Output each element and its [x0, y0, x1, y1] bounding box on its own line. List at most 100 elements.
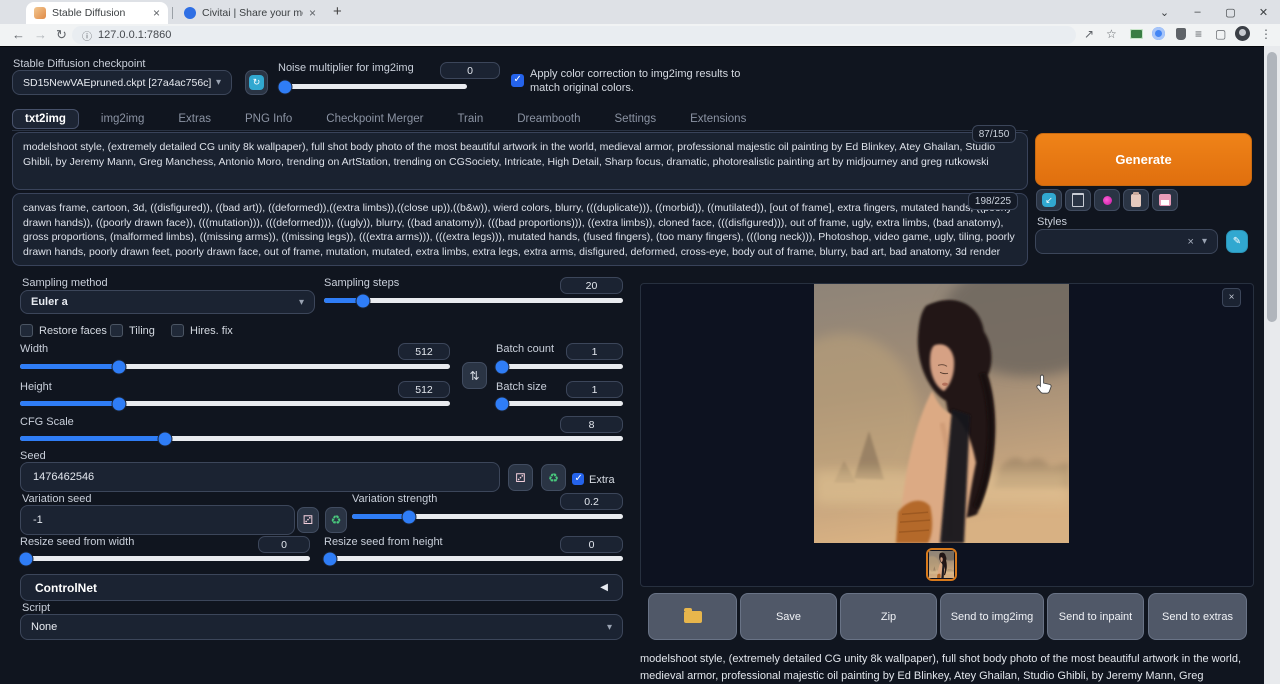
clear-prompt-button[interactable] [1065, 189, 1091, 211]
resize-seed-height-slider[interactable] [324, 556, 623, 561]
reuse-seed-button[interactable]: ♻ [541, 464, 566, 491]
batch-count-value[interactable]: 1 [566, 343, 623, 360]
hires-fix-checkbox[interactable] [171, 324, 184, 337]
resize-seed-height-value[interactable]: 0 [560, 536, 623, 553]
prompt-input[interactable]: modelshoot style, (extremely detailed CG… [12, 132, 1028, 190]
menu-dots-icon[interactable]: ⋮ [1260, 27, 1272, 41]
variation-strength-value[interactable]: 0.2 [560, 493, 623, 510]
paste-params-button[interactable]: ↙ [1036, 189, 1062, 211]
zip-button[interactable]: Zip [840, 593, 937, 640]
gallery-thumbnail[interactable] [926, 548, 957, 581]
variation-seed-input[interactable]: -1 [20, 505, 295, 535]
generated-image[interactable] [814, 284, 1069, 543]
close-tab-icon[interactable]: × [309, 7, 316, 19]
recycle-icon: ♻ [331, 514, 342, 526]
generate-button[interactable]: Generate [1035, 133, 1252, 186]
browser-tab-civitai[interactable]: Civitai | Share your models × [176, 2, 324, 24]
send-to-extras-button[interactable]: Send to extras [1148, 593, 1247, 640]
tab-dreambooth[interactable]: Dreambooth [505, 110, 592, 128]
maximize-button[interactable]: ▢ [1214, 6, 1247, 19]
forward-icon[interactable]: → [34, 27, 47, 42]
extra-seed-checkbox[interactable] [572, 473, 584, 485]
controlnet-accordion[interactable]: ControlNet ◀ [20, 574, 623, 601]
minimize-button[interactable]: – [1181, 6, 1214, 18]
back-icon[interactable]: ← [12, 27, 25, 42]
address-bar[interactable]: ⓘ 127.0.0.1:7860 [72, 26, 1076, 44]
extra-networks-button[interactable] [1094, 189, 1120, 211]
variation-strength-slider[interactable] [352, 514, 623, 519]
bookmark-star-icon[interactable]: ☆ [1106, 27, 1117, 41]
tab-checkpoint-merger[interactable]: Checkpoint Merger [314, 110, 435, 128]
close-tab-icon[interactable]: × [153, 7, 160, 19]
width-slider[interactable] [20, 364, 450, 369]
sampling-method-dropdown[interactable]: Euler a ▾ [20, 290, 315, 314]
sampling-steps-value[interactable]: 20 [560, 277, 623, 294]
pin-icon[interactable] [1176, 28, 1186, 40]
refresh-styles-button[interactable]: ✎ [1226, 230, 1248, 253]
resize-seed-width-value[interactable]: 0 [258, 536, 310, 553]
restore-faces-checkbox[interactable] [20, 324, 33, 337]
close-icon: × [1229, 292, 1235, 303]
browser-tab-stable-diffusion[interactable]: Stable Diffusion × [26, 2, 168, 24]
refresh-checkpoint-button[interactable]: ↻ [245, 70, 268, 95]
batch-count-slider[interactable] [496, 364, 623, 369]
resize-seed-width-slider[interactable] [20, 556, 310, 561]
send-to-img2img-button[interactable]: Send to img2img [940, 593, 1044, 640]
negative-prompt-input[interactable]: canvas frame, cartoon, 3d, ((disfigured)… [12, 193, 1028, 266]
checkpoint-dropdown[interactable]: SD15NewVAEpruned.ckpt [27a4ac756c] ▾ [12, 70, 232, 95]
height-slider[interactable] [20, 401, 450, 406]
reuse-variation-seed-button[interactable]: ♻ [325, 507, 347, 533]
new-tab-button[interactable]: + [333, 3, 342, 20]
page-scrollbar-thumb[interactable] [1267, 52, 1277, 322]
random-seed-button[interactable]: ⚂ [508, 464, 533, 491]
tab-settings[interactable]: Settings [603, 110, 669, 128]
tab-extras[interactable]: Extras [166, 110, 223, 128]
open-folder-button[interactable] [648, 593, 737, 640]
send-to-inpaint-button[interactable]: Send to inpaint [1047, 593, 1144, 640]
color-correction-label: Apply color correction to img2img result… [530, 67, 745, 95]
chevron-down-icon: ▾ [607, 622, 612, 633]
seed-value: 1476462546 [33, 471, 94, 483]
checkpoint-value: SD15NewVAEpruned.ckpt [27a4ac756c] [23, 77, 216, 89]
reading-list-icon[interactable]: ≡ [1195, 27, 1202, 41]
batch-size-slider[interactable] [496, 401, 623, 406]
swap-dimensions-button[interactable]: ⇅ [462, 362, 487, 389]
side-panel-icon[interactable]: ▢ [1215, 27, 1226, 41]
chrome-chevron-icon[interactable]: ⌄ [1148, 6, 1181, 19]
height-value[interactable]: 512 [398, 381, 450, 398]
reload-icon[interactable]: ↻ [56, 27, 67, 43]
update-badge-icon[interactable] [1152, 27, 1165, 40]
share-icon[interactable]: ↗ [1084, 27, 1094, 41]
site-info-icon[interactable]: ⓘ [82, 28, 92, 43]
tab-png-info[interactable]: PNG Info [233, 110, 304, 128]
close-gallery-button[interactable]: × [1222, 288, 1241, 307]
seed-input[interactable]: 1476462546 [20, 462, 500, 492]
refresh-icon: ↻ [249, 75, 264, 90]
close-window-button[interactable]: ✕ [1247, 6, 1280, 19]
save-button[interactable]: Save [740, 593, 837, 640]
tab-extensions[interactable]: Extensions [678, 110, 758, 128]
save-style-button[interactable] [1152, 189, 1178, 211]
prompt-token-counter: 87/150 [972, 125, 1016, 143]
tab-txt2img[interactable]: txt2img [12, 109, 79, 129]
width-value[interactable]: 512 [398, 343, 450, 360]
batch-size-value[interactable]: 1 [566, 381, 623, 398]
styles-dropdown[interactable]: × ▾ [1035, 229, 1218, 254]
color-correction-checkbox[interactable] [511, 74, 524, 87]
cfg-scale-slider[interactable] [20, 436, 623, 441]
extension-grid-icon[interactable] [1130, 29, 1143, 39]
tab-img2img[interactable]: img2img [89, 110, 156, 128]
tab-train[interactable]: Train [445, 110, 495, 128]
cfg-scale-value[interactable]: 8 [560, 416, 623, 433]
sampling-steps-slider[interactable] [324, 298, 623, 303]
noise-multiplier-value[interactable]: 0 [440, 62, 500, 79]
apply-style-button[interactable] [1123, 189, 1149, 211]
chevron-down-icon: ▾ [1202, 236, 1207, 247]
noise-multiplier-slider[interactable] [281, 84, 467, 89]
clear-styles-icon[interactable]: × [1188, 236, 1194, 248]
tiling-checkbox[interactable] [110, 324, 123, 337]
random-variation-seed-button[interactable]: ⚂ [297, 507, 319, 533]
script-dropdown[interactable]: None ▾ [20, 614, 623, 640]
profile-avatar[interactable] [1235, 26, 1250, 41]
controlnet-label: ControlNet [35, 581, 600, 595]
